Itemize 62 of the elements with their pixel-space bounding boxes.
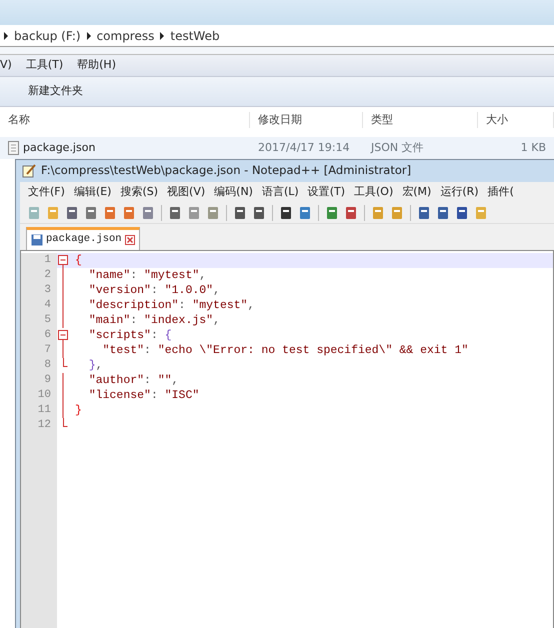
column-header[interactable]: 名称 xyxy=(0,112,250,128)
fold-end-icon xyxy=(62,358,68,367)
line-number: 12 xyxy=(21,418,57,433)
line-number: 1 xyxy=(21,253,57,268)
menu-item[interactable]: 工具(T) xyxy=(26,57,64,74)
chevron-icon[interactable] xyxy=(86,32,91,40)
menu-item[interactable]: 插件( xyxy=(488,184,514,200)
menu-item[interactable]: 文件(F) xyxy=(28,184,65,200)
code-line: "name": "mytest", xyxy=(88,268,206,284)
menu-item[interactable]: V) xyxy=(0,57,12,74)
file-name: package.json xyxy=(23,140,96,156)
menu-item[interactable]: 视图(V) xyxy=(167,184,206,200)
fold-minus-icon[interactable] xyxy=(57,328,69,344)
file-icon xyxy=(8,141,19,155)
line-number: 4 xyxy=(21,298,57,313)
breadcrumb-item[interactable]: testWeb xyxy=(170,26,220,44)
column-header[interactable]: 大小 xyxy=(478,112,554,128)
line-number: 6 xyxy=(21,328,57,343)
fold-end-icon xyxy=(62,418,68,427)
file-row[interactable]: package.json 2017/4/17 19:14 JSON 文件 1 KB xyxy=(0,137,554,159)
menu-item[interactable]: 编辑(E) xyxy=(74,184,112,200)
breadcrumb-item[interactable]: backup (F:) xyxy=(14,26,81,44)
column-header[interactable]: 类型 xyxy=(363,112,478,128)
code-line: "test": "echo \"Error: no test specified\" && exit 1" xyxy=(102,342,468,359)
line-number: 11 xyxy=(21,403,57,418)
code-line: "author": "", xyxy=(88,372,179,389)
menu-item[interactable]: 运行(R) xyxy=(440,184,479,200)
code-line: "license": "ISC" xyxy=(88,388,200,404)
line-number: 7 xyxy=(21,343,57,358)
menu-item[interactable]: 编码(N) xyxy=(214,184,253,200)
window-title: F:\compress\testWeb\package.json - Notepad++ [Administrator] xyxy=(41,162,412,180)
file-date: 2017/4/17 19:14 xyxy=(257,140,351,156)
line-number: 3 xyxy=(21,283,57,298)
code-line: "description": "mytest", xyxy=(88,298,254,314)
notepad-icon xyxy=(22,164,36,178)
code-line: } xyxy=(74,402,82,419)
line-number: 8 xyxy=(21,358,57,373)
file-type: JSON 文件 xyxy=(370,140,425,156)
file-size: 1 KB xyxy=(520,140,547,156)
column-header[interactable]: 修改日期 xyxy=(250,112,363,128)
code-line: { xyxy=(74,252,82,269)
chevron-icon[interactable] xyxy=(4,32,8,40)
line-number: 2 xyxy=(21,268,57,283)
chevron-icon[interactable] xyxy=(160,32,164,40)
breadcrumb-item[interactable]: compress xyxy=(96,26,154,44)
menu-item[interactable]: 搜索(S) xyxy=(120,184,158,200)
menu-item[interactable]: 帮助(H) xyxy=(77,57,116,74)
line-number: 9 xyxy=(21,373,57,388)
code-line: }, xyxy=(88,358,103,374)
line-number: 5 xyxy=(21,313,57,328)
code-line: "main": "index.js", xyxy=(88,312,220,329)
menu-item[interactable]: 工具(O) xyxy=(354,184,394,200)
toolbar-button[interactable]: 新建文件夹 xyxy=(28,83,83,100)
line-number: 10 xyxy=(21,388,57,403)
code-line: "version": "1.0.0", xyxy=(88,282,220,299)
menu-item[interactable]: 设置(T) xyxy=(308,184,345,200)
menu-item[interactable]: 宏(M) xyxy=(402,184,432,200)
tab-label: package.json xyxy=(46,232,122,248)
fold-minus-icon[interactable] xyxy=(57,253,69,268)
menu-item[interactable]: 语言(L) xyxy=(262,184,299,200)
file-tab[interactable]: package.json xyxy=(26,227,140,250)
code-line: "scripts": { xyxy=(88,328,172,344)
